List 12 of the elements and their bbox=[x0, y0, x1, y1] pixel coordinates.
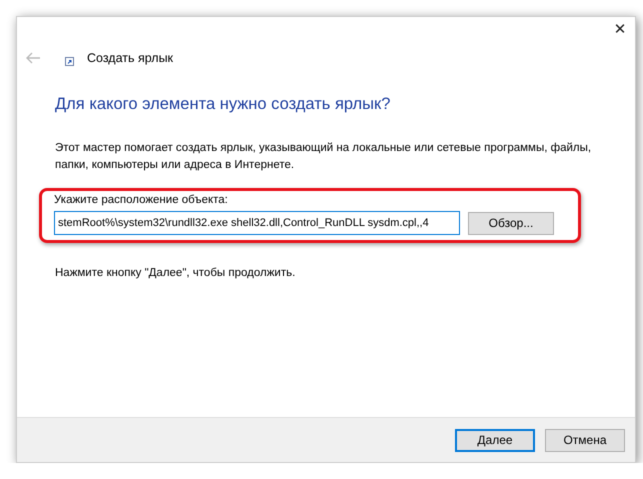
back-arrow-icon[interactable] bbox=[25, 52, 41, 64]
hint-text: Нажмите кнопку "Далее", чтобы продолжить. bbox=[55, 267, 296, 279]
browse-button[interactable]: Обзор... bbox=[468, 212, 554, 234]
window-title: Создать ярлык bbox=[87, 51, 174, 65]
cancel-button[interactable]: Отмена bbox=[545, 428, 625, 452]
close-button[interactable]: ✕ bbox=[605, 17, 635, 41]
next-button[interactable]: Далее bbox=[455, 428, 535, 452]
wizard-heading: Для какого элемента нужно создать ярлык? bbox=[55, 95, 392, 114]
description-text: Этот мастер помогает создать ярлык, указывающий на локальные или сетевые программы, файлы, папки, компьютеры или адреса в Интернете. bbox=[55, 141, 592, 173]
field-label: Укажите расположение объекта: bbox=[54, 194, 229, 206]
location-field[interactable]: stemRoot%\system32\rundll32.exe shell32.dll,Control_RunDLL sysdm.cpl,,4 bbox=[54, 211, 460, 235]
shortcut-icon bbox=[65, 56, 74, 66]
